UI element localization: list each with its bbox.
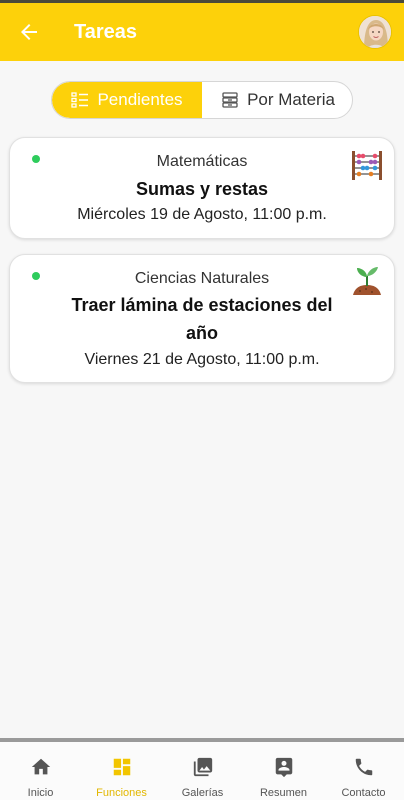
tab-pendientes-label: Pendientes [97,90,183,109]
task-due-date: Viernes 21 de Agosto, 11:00 p.m. [84,351,320,368]
nav-resumen-label: Resumen [259,787,308,799]
view-segmented-control: Pendientes Por Materia [51,81,353,119]
nav-resumen[interactable]: Resumen [243,750,324,800]
archive-box-icon [222,92,238,108]
abacus-icon [352,151,382,180]
nav-galerias[interactable]: Galerías [162,750,243,800]
nav-contacto[interactable]: Contacto [323,750,404,800]
plant-sprout-icon [353,267,381,295]
tab-por-materia[interactable]: Por Materia [202,82,352,118]
nav-contacto-label: Contacto [341,787,386,799]
app-bar: Tareas [0,0,404,61]
task-due-date: Miércoles 19 de Agosto, 11:00 p.m. [77,206,327,223]
tab-por-materia-label: Por Materia [247,90,335,109]
tab-pendientes[interactable]: Pendientes [52,82,202,118]
contact-card-icon [275,757,293,778]
page-title: Tareas [74,21,138,43]
photo-library-icon [193,757,213,777]
nav-galerias-label: Galerías [181,787,224,799]
phone-icon [355,758,373,776]
task-subject: Ciencias Naturales [134,270,270,287]
nav-inicio-label: Inicio [27,787,54,799]
nav-funciones-label: Funciones [96,787,147,799]
home-icon [31,758,51,775]
dashboard-icon [113,758,131,776]
avatar[interactable] [358,15,392,49]
back-arrow-icon[interactable] [17,20,41,44]
nav-inicio[interactable]: Inicio [0,750,81,800]
checklist-icon [71,92,89,108]
bottom-nav: Inicio Funciones Galerías Resumen Contac… [0,738,404,800]
task-title: Sumas y restas [135,179,269,199]
nav-funciones[interactable]: Funciones [81,750,162,800]
task-card[interactable]: Ciencias Naturales Traer lámina de estac… [9,254,395,383]
task-title-line-2: año [185,323,218,343]
task-subject: Matemáticas [156,153,248,170]
task-title-line-1: Traer lámina de estaciones del [71,295,333,315]
task-card[interactable]: Matemáticas Sumas y restas Miércoles 19 … [9,137,395,239]
